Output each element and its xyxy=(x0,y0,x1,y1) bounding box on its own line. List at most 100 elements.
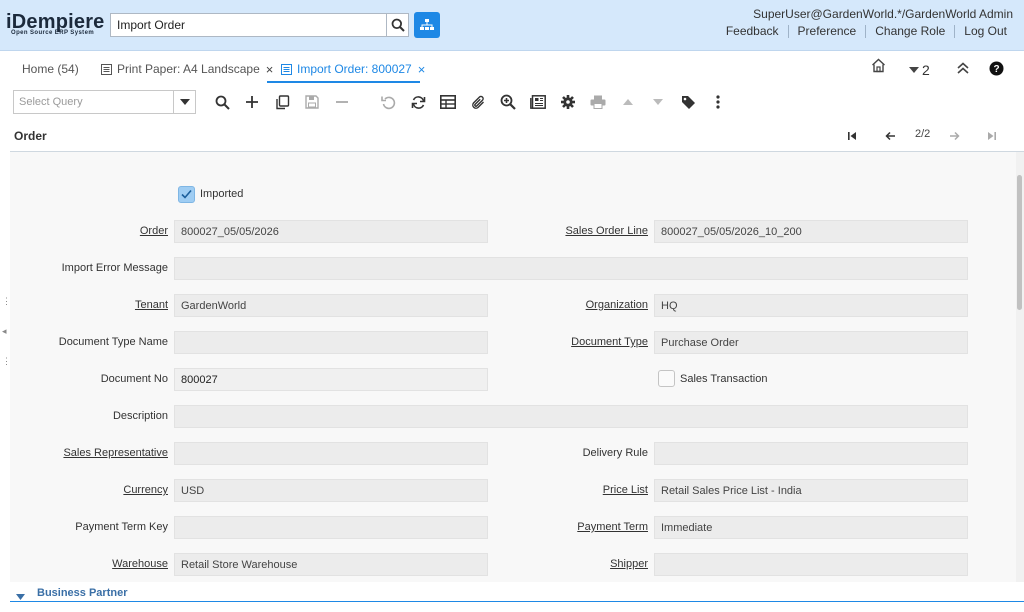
checkmark-icon xyxy=(181,189,192,199)
detail-title: Order xyxy=(14,129,47,143)
query-placeholder: Select Query xyxy=(19,96,83,108)
sales-transaction-checkbox[interactable] xyxy=(658,370,675,387)
zoom-across-icon[interactable] xyxy=(499,93,517,111)
tab-import-order[interactable]: Import Order: 800027 × xyxy=(281,59,425,79)
document-no-field[interactable]: 800027 xyxy=(174,368,488,391)
more-icon[interactable] xyxy=(709,93,727,111)
print-icon[interactable] xyxy=(589,93,607,111)
attachment-icon[interactable] xyxy=(469,93,487,111)
currency-field[interactable]: USD xyxy=(174,479,488,502)
sales-representative-field[interactable] xyxy=(174,442,488,465)
active-tab-indicator xyxy=(267,81,420,83)
save-icon[interactable] xyxy=(303,93,321,111)
payment-term-label[interactable]: Payment Term xyxy=(577,521,648,533)
user-info[interactable]: SuperUser@GardenWorld.*/GardenWorld Admi… xyxy=(753,7,1013,21)
header-links: Feedback Preference Change Role Log Out xyxy=(717,25,1007,38)
currency-label[interactable]: Currency xyxy=(123,484,168,496)
tab-label: Import Order: 800027 xyxy=(297,62,412,76)
select-query-combobox[interactable]: Select Query xyxy=(13,90,196,114)
shipper-field[interactable] xyxy=(654,553,968,576)
sales-order-line-label[interactable]: Sales Order Line xyxy=(565,225,648,237)
window-count: 2 xyxy=(922,62,930,78)
warehouse-label[interactable]: Warehouse xyxy=(112,558,168,570)
organization-label[interactable]: Organization xyxy=(586,299,648,311)
form-icon xyxy=(101,63,112,75)
section-title[interactable]: Business Partner xyxy=(37,587,127,599)
next-record-icon[interactable] xyxy=(947,129,961,143)
collapse-west-icon[interactable]: ◂ xyxy=(2,326,7,337)
process-gear-icon[interactable] xyxy=(559,93,577,111)
last-record-icon[interactable] xyxy=(985,129,999,143)
document-no-label: Document No xyxy=(100,373,168,385)
grid-toggle-icon[interactable] xyxy=(439,93,457,111)
form-icon xyxy=(281,63,292,75)
import-error-message-field[interactable] xyxy=(174,257,968,280)
business-partner-section-header[interactable] xyxy=(10,583,1024,602)
shipper-label[interactable]: Shipper xyxy=(610,558,648,570)
window-list-dropdown[interactable]: 2 xyxy=(909,60,930,80)
sales-transaction-label: Sales Transaction xyxy=(680,373,768,385)
caret-down-icon xyxy=(179,99,190,105)
global-search-input[interactable] xyxy=(110,13,387,37)
first-record-icon[interactable] xyxy=(845,129,859,143)
tab-print-paper[interactable]: Print Paper: A4 Landscape × xyxy=(101,59,273,79)
document-type-name-label: Document Type Name xyxy=(58,336,168,348)
sales-representative-label[interactable]: Sales Representative xyxy=(63,447,168,459)
feedback-link[interactable]: Feedback xyxy=(717,25,789,38)
order-label[interactable]: Order xyxy=(140,225,168,237)
parent-record-icon[interactable] xyxy=(619,93,637,111)
logo-subtitle: Open Source ERP System xyxy=(11,30,95,36)
tag-icon[interactable] xyxy=(679,93,697,111)
close-icon[interactable]: × xyxy=(418,62,426,77)
idempiere-logo[interactable]: iDempiere Open Source ERP System xyxy=(6,11,106,39)
panel-splitter-handle[interactable]: ⋮ xyxy=(2,296,11,307)
report-icon[interactable] xyxy=(529,93,547,111)
imported-label: Imported xyxy=(200,188,244,200)
section-divider xyxy=(10,601,1024,602)
caret-down-icon xyxy=(909,66,919,73)
close-icon[interactable]: × xyxy=(266,62,274,77)
previous-record-icon[interactable] xyxy=(883,129,897,143)
copy-icon[interactable] xyxy=(273,93,291,111)
imported-checkbox[interactable] xyxy=(178,186,195,203)
warehouse-field[interactable]: Retail Store Warehouse xyxy=(174,553,488,576)
organization-field[interactable]: HQ xyxy=(654,294,968,317)
document-type-label[interactable]: Document Type xyxy=(571,336,648,348)
preference-link[interactable]: Preference xyxy=(789,25,867,38)
help-icon[interactable]: ? xyxy=(989,61,1004,81)
log-out-link[interactable]: Log Out xyxy=(955,25,1007,38)
sales-order-line-field[interactable]: 800027_05/05/2026_10_200 xyxy=(654,220,968,243)
price-list-field[interactable]: Retail Sales Price List - India xyxy=(654,479,968,502)
document-type-field[interactable]: Purchase Order xyxy=(654,331,968,354)
menu-tree-button[interactable] xyxy=(414,12,440,38)
document-type-name-field[interactable] xyxy=(174,331,488,354)
form-scrollbar-thumb[interactable] xyxy=(1017,175,1022,310)
import-error-message-label: Import Error Message xyxy=(61,262,168,274)
panel-splitter-handle[interactable]: ⋮ xyxy=(2,356,11,367)
delete-icon[interactable] xyxy=(333,93,351,111)
search-icon xyxy=(391,18,405,32)
collapse-header-icon[interactable] xyxy=(957,62,969,82)
refresh-icon[interactable] xyxy=(409,93,427,111)
tab-home[interactable]: Home (54) xyxy=(22,59,79,79)
tenant-label[interactable]: Tenant xyxy=(135,299,168,311)
tenant-field[interactable]: GardenWorld xyxy=(174,294,488,317)
price-list-label[interactable]: Price List xyxy=(603,484,648,496)
delivery-rule-field[interactable] xyxy=(654,442,968,465)
search-icon[interactable] xyxy=(213,93,231,111)
tab-label: Print Paper: A4 Landscape xyxy=(117,62,260,76)
record-count: 2/2 xyxy=(915,128,931,140)
new-record-icon[interactable] xyxy=(243,93,261,111)
undo-icon[interactable] xyxy=(379,93,397,111)
query-dropdown-button[interactable] xyxy=(173,91,195,113)
detail-record-icon[interactable] xyxy=(649,93,667,111)
order-field[interactable]: 800027_05/05/2026 xyxy=(174,220,488,243)
home-icon[interactable] xyxy=(871,58,886,78)
description-field[interactable] xyxy=(174,405,968,428)
payment-term-field[interactable]: Immediate xyxy=(654,516,968,539)
payment-term-key-field[interactable] xyxy=(174,516,488,539)
search-button[interactable] xyxy=(387,13,409,37)
change-role-link[interactable]: Change Role xyxy=(866,25,956,38)
svg-text:?: ? xyxy=(993,64,999,75)
description-label: Description xyxy=(112,410,168,422)
